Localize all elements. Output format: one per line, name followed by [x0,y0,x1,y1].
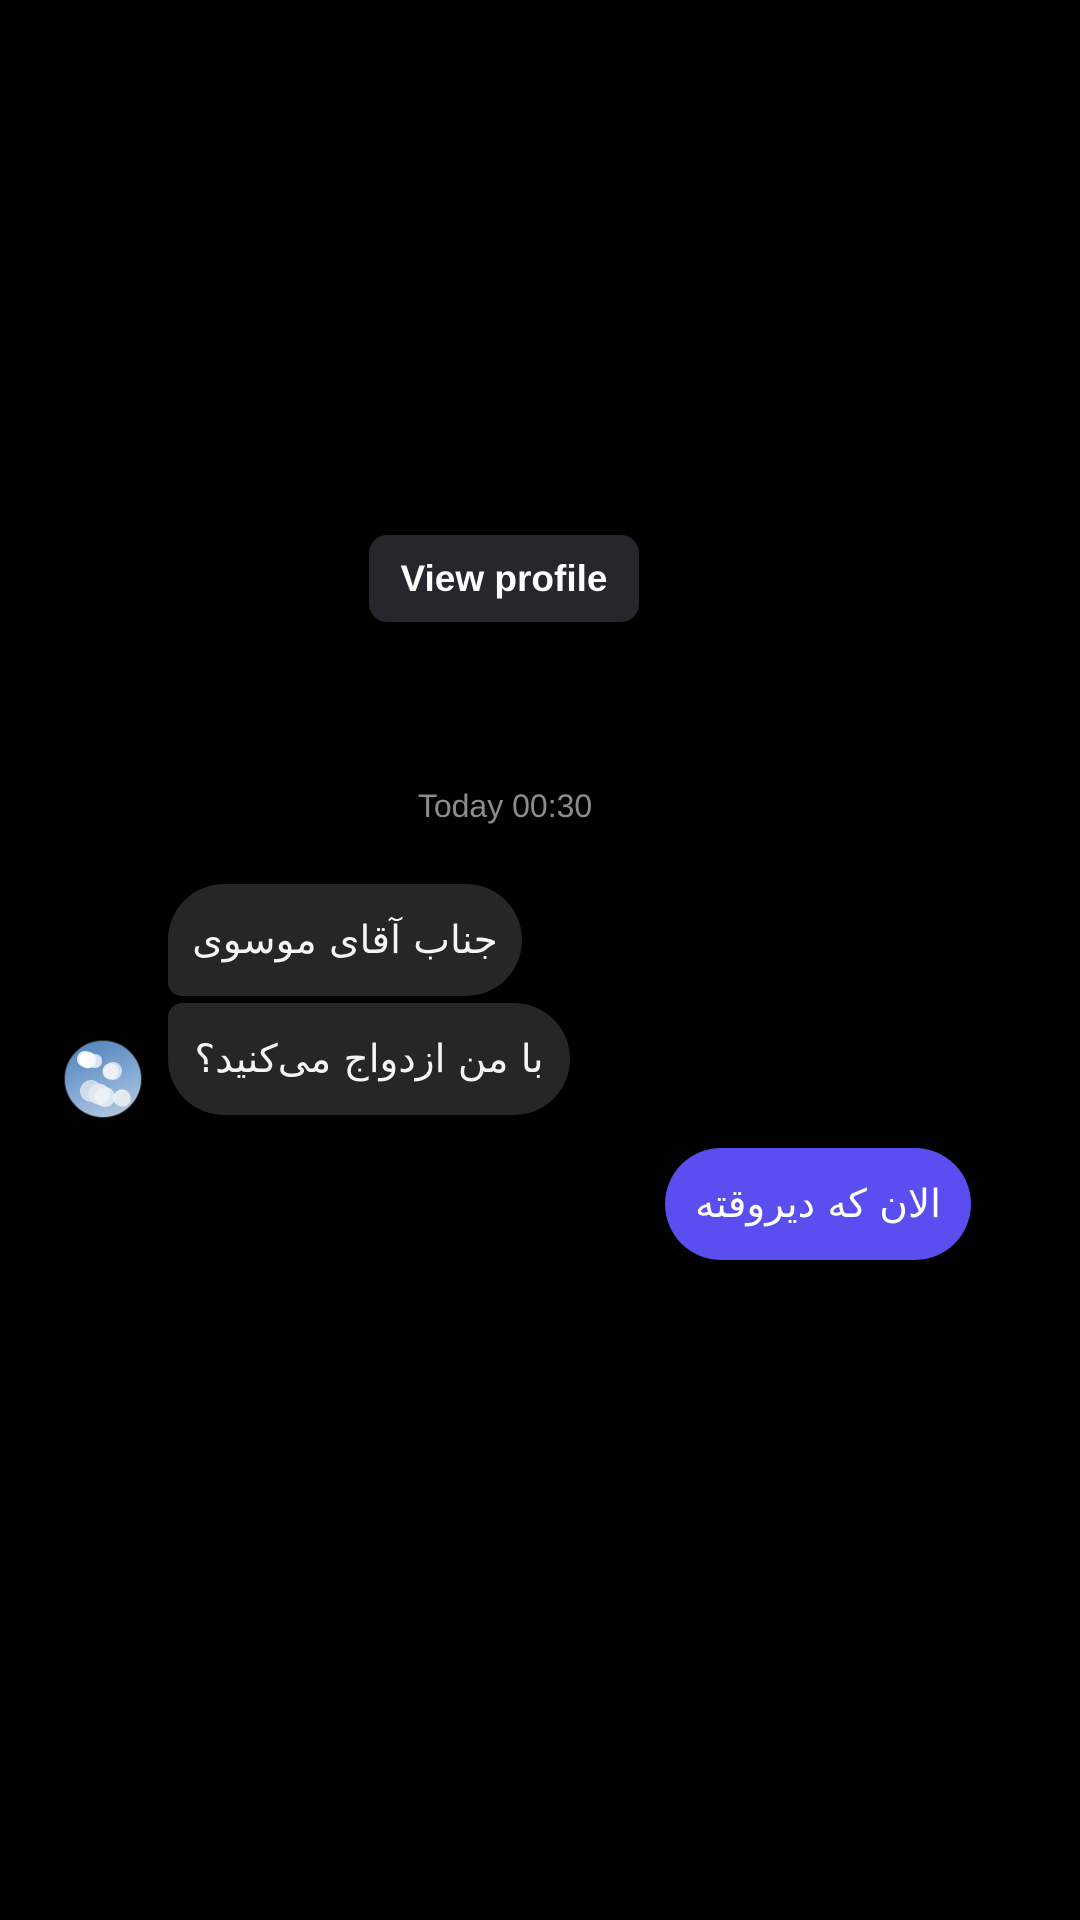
incoming-message-bubble[interactable]: جناب آقای موسوی [168,884,522,996]
incoming-message-bubble[interactable]: با من ازدواج می‌کنید؟ [168,1003,570,1115]
message-timestamp: Today 00:30 [417,788,593,824]
sender-avatar[interactable] [64,1040,142,1118]
message-text: جناب آقای موسوی [192,917,498,963]
sky-clouds-avatar-icon [77,1051,131,1107]
message-text: الان که دیروقته [695,1181,941,1227]
message-text: با من ازدواج می‌کنید؟ [194,1036,544,1082]
view-profile-button[interactable]: View profile [369,535,639,622]
outgoing-message-bubble[interactable]: الان که دیروقته [665,1148,971,1260]
